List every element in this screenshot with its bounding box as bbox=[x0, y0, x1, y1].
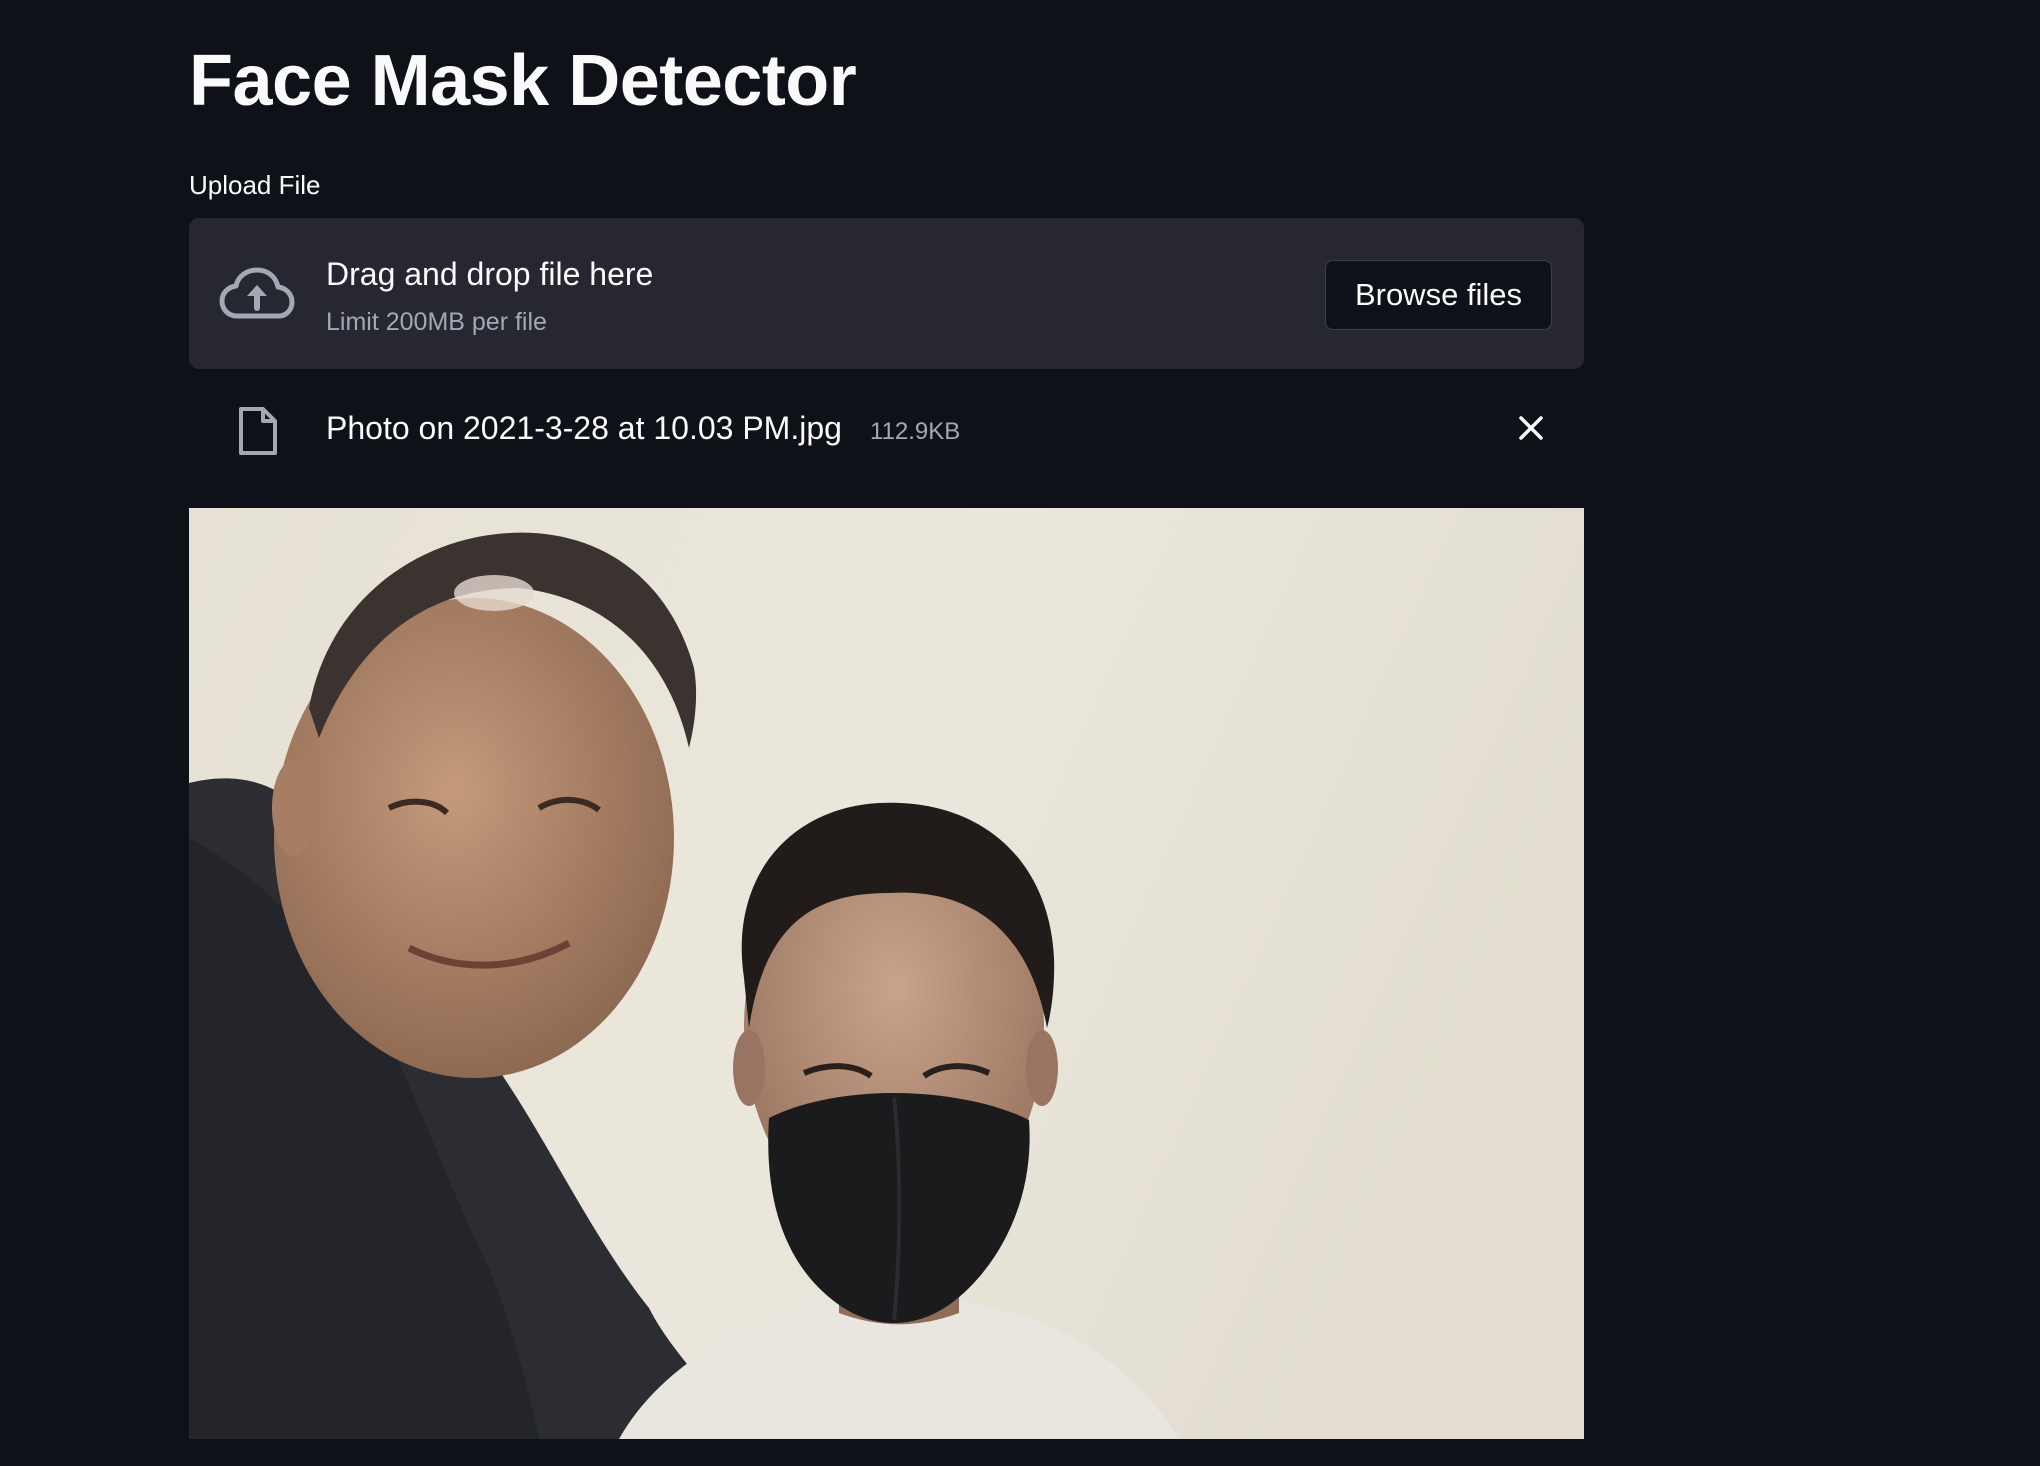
cloud-upload-icon bbox=[219, 267, 295, 319]
dropzone-instructions: Drag and drop file here bbox=[326, 256, 654, 292]
uploader-label: Upload File bbox=[189, 170, 321, 200]
file-dropzone[interactable]: Drag and drop file here Limit 200MB per … bbox=[189, 218, 1584, 369]
browse-files-button[interactable]: Browse files bbox=[1325, 260, 1552, 330]
page-title: Face Mask Detector bbox=[189, 41, 857, 121]
uploaded-file-row: Photo on 2021-3-28 at 10.03 PM.jpg 112.9… bbox=[189, 390, 1584, 470]
remove-file-button[interactable] bbox=[1511, 408, 1551, 448]
file-icon bbox=[239, 407, 277, 455]
app-page: Face Mask Detector Upload File Drag and … bbox=[0, 0, 2040, 1466]
uploaded-file-name: Photo on 2021-3-28 at 10.03 PM.jpg bbox=[326, 410, 842, 446]
uploaded-file-size: 112.9KB bbox=[870, 418, 961, 445]
uploaded-photo bbox=[189, 508, 1584, 1439]
uploaded-photo-image bbox=[189, 508, 1584, 1439]
dropzone-limit: Limit 200MB per file bbox=[326, 308, 547, 336]
close-icon bbox=[1519, 416, 1543, 440]
